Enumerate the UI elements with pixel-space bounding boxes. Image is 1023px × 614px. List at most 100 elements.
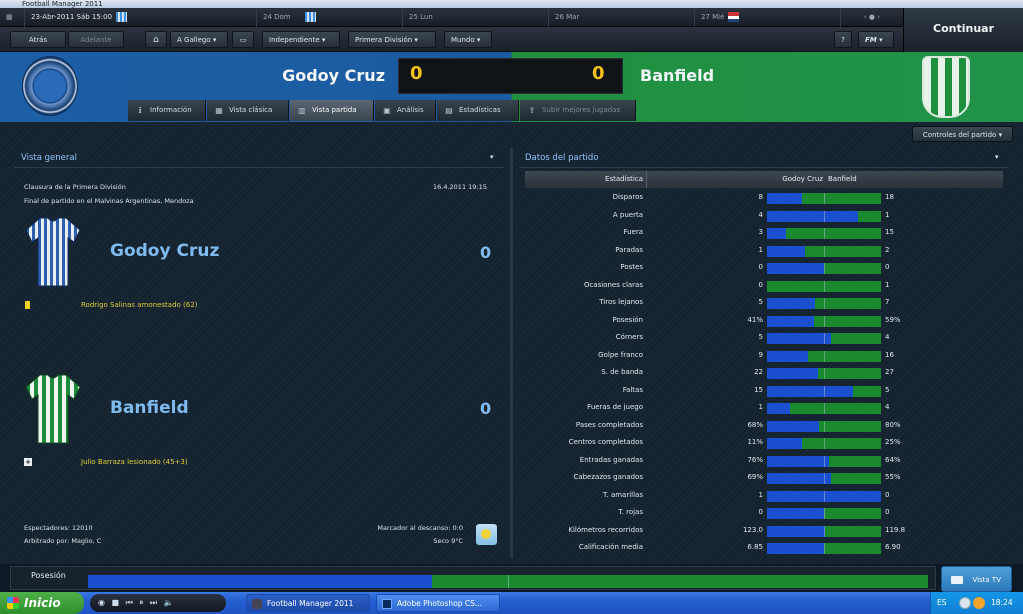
tab-informacion[interactable]: ℹ Información — [128, 100, 206, 121]
continue-button[interactable]: Continuar — [903, 8, 1023, 52]
world-dropdown[interactable]: Mundo — [444, 31, 492, 48]
stat-home-fill — [767, 210, 859, 222]
stat-row: Cabezazos ganados 69% 55% — [525, 469, 1003, 487]
calendar-day-current[interactable]: 23-Abr-2011 Sáb 15:00 — [24, 8, 256, 27]
stat-row: Córners 5 4 — [525, 329, 1003, 347]
stats-collapse-icon[interactable]: ▾ — [995, 153, 999, 161]
overview-away-score: 0 — [480, 399, 492, 418]
stat-label: Entradas ganadas — [579, 455, 643, 464]
calendar-day[interactable]: 24 Dom — [256, 8, 402, 27]
stat-home-value: 41% — [747, 315, 763, 324]
stat-row: T. amarillas 1 0 — [525, 487, 1003, 505]
media-player-controls[interactable]: ◉ ■ ⏮ ⏸ ⏭ 🔈 — [90, 594, 226, 612]
stat-bar-midline — [824, 438, 825, 449]
away-team-name[interactable]: Banfield — [640, 66, 840, 85]
stats-title: Datos del partido — [525, 153, 599, 163]
calendar-bar: ▦ 23-Abr-2011 Sáb 15:00 24 Dom 25 Lun 26… — [0, 8, 903, 27]
stat-row: Paradas 1 2 — [525, 242, 1003, 260]
back-arrow-icon[interactable] — [959, 597, 971, 609]
stat-home-fill — [767, 245, 805, 257]
stat-comparison-bar — [767, 543, 881, 554]
panel-splitter[interactable] — [510, 148, 513, 558]
stat-away-value: 25% — [885, 438, 901, 446]
stat-home-fill — [767, 543, 824, 554]
stat-away-value: 0 — [885, 263, 890, 271]
weather: Seco 9°C — [433, 537, 463, 545]
manager-dropdown[interactable]: A Gallego — [170, 31, 228, 48]
tab-vista-clasica[interactable]: ▦ Vista clásica — [207, 100, 289, 121]
help-icon[interactable]: ? — [834, 31, 852, 48]
stat-away-value: 6.90 — [885, 543, 901, 551]
stat-bar-midline — [824, 473, 825, 484]
stat-home-fill — [767, 525, 826, 537]
overview-collapse-icon[interactable]: ▾ — [490, 153, 494, 161]
stat-comparison-bar — [767, 280, 881, 292]
info-icon: ℹ — [138, 106, 142, 115]
stat-label: T. amarillas — [603, 490, 643, 499]
calendar-icon[interactable]: ▦ — [0, 8, 16, 27]
stat-bar-midline — [824, 420, 825, 432]
stat-away-value: 7 — [885, 298, 890, 306]
language-indicator[interactable]: ES — [937, 592, 947, 614]
stat-home-value: 3 — [758, 228, 763, 236]
injury-icon: + — [24, 458, 32, 466]
away-column-header[interactable]: Banfield — [828, 171, 857, 188]
stat-comparison-bar — [767, 210, 881, 222]
yellow-card-icon — [25, 301, 30, 309]
stat-home-value: 4 — [758, 210, 763, 219]
calendar-day[interactable]: 27 Mié — [694, 8, 840, 27]
tab-label: Vista partida — [312, 106, 357, 114]
grid-icon: ▦ — [215, 106, 223, 115]
tray-app-icon[interactable] — [973, 597, 985, 609]
calendar-day[interactable]: 25 Lun — [402, 8, 548, 27]
pitch-icon: ▥ — [298, 106, 306, 115]
stat-comparison-bar — [767, 525, 881, 537]
stat-away-value: 27 — [885, 368, 894, 376]
fm-menu-button[interactable]: FM — [858, 31, 894, 48]
forward-button[interactable]: Adelante — [68, 31, 124, 48]
stat-home-value: 76% — [747, 455, 763, 464]
stat-home-fill — [767, 420, 820, 432]
match-controls-dropdown[interactable]: Controles del partido — [912, 126, 1013, 142]
home-icon[interactable]: ⌂ — [145, 31, 167, 48]
tab-estadisticas[interactable]: ▤ Estadísticas — [437, 100, 519, 121]
mail-icon[interactable]: ▭ — [232, 31, 254, 48]
tab-analisis[interactable]: ▣ Análisis — [375, 100, 436, 121]
stat-row: Calificación media 6.85 6.90 — [525, 539, 1003, 557]
home-shirt-icon — [26, 217, 80, 287]
club-dropdown[interactable]: Independiente — [262, 31, 340, 48]
possession-label: Posesión — [31, 571, 66, 580]
calendar-day-label: 25 Lun — [409, 13, 433, 21]
stat-comparison-bar — [767, 420, 881, 432]
stat-column-header[interactable]: Estadística — [525, 171, 643, 188]
stat-away-value: 5 — [885, 385, 890, 394]
taskbar-photoshop[interactable]: Adobe Photoshop CS... — [376, 594, 500, 612]
overview-away-team[interactable]: Banfield — [110, 398, 189, 418]
calendar-nav-arrows[interactable]: ‹ ● › — [840, 8, 903, 27]
overview-home-team[interactable]: Godoy Cruz — [110, 241, 219, 261]
tab-vista-partida[interactable]: ▥ Vista partida — [290, 100, 374, 121]
stat-bar-midline — [824, 210, 825, 222]
stat-row: Ocasiones claras 0 1 — [525, 277, 1003, 295]
stat-comparison-bar — [767, 508, 881, 519]
tab-subir-jugadas[interactable]: ⇪ Subir mejores jugadas — [520, 100, 636, 121]
stat-comparison-bar — [767, 438, 881, 449]
stat-away-value: 0 — [885, 490, 890, 499]
back-button[interactable]: Atrás — [10, 31, 66, 48]
calendar-day-label: 27 Mié — [701, 13, 725, 21]
stat-bar-midline — [824, 228, 825, 239]
stat-comparison-bar — [767, 350, 881, 362]
start-button[interactable]: Inicio — [0, 592, 84, 614]
competition-dropdown[interactable]: Primera División — [348, 31, 436, 48]
stat-comparison-bar — [767, 455, 881, 467]
calendar-day[interactable]: 26 Mar — [548, 8, 694, 27]
home-column-header[interactable]: Godoy Cruz — [725, 171, 823, 188]
taskbar-football-manager[interactable]: Football Manager 2011 — [246, 594, 370, 612]
vista-tv-button[interactable]: Vista TV — [941, 566, 1012, 592]
home-team-name[interactable]: Godoy Cruz — [240, 66, 385, 85]
stat-comparison-bar — [767, 473, 881, 484]
stat-label: Faltas — [622, 385, 643, 394]
calendar-day-label: 23-Abr-2011 Sáb 15:00 — [31, 13, 113, 21]
stat-away-value: 4 — [885, 403, 890, 411]
stat-bar-midline — [824, 403, 825, 414]
